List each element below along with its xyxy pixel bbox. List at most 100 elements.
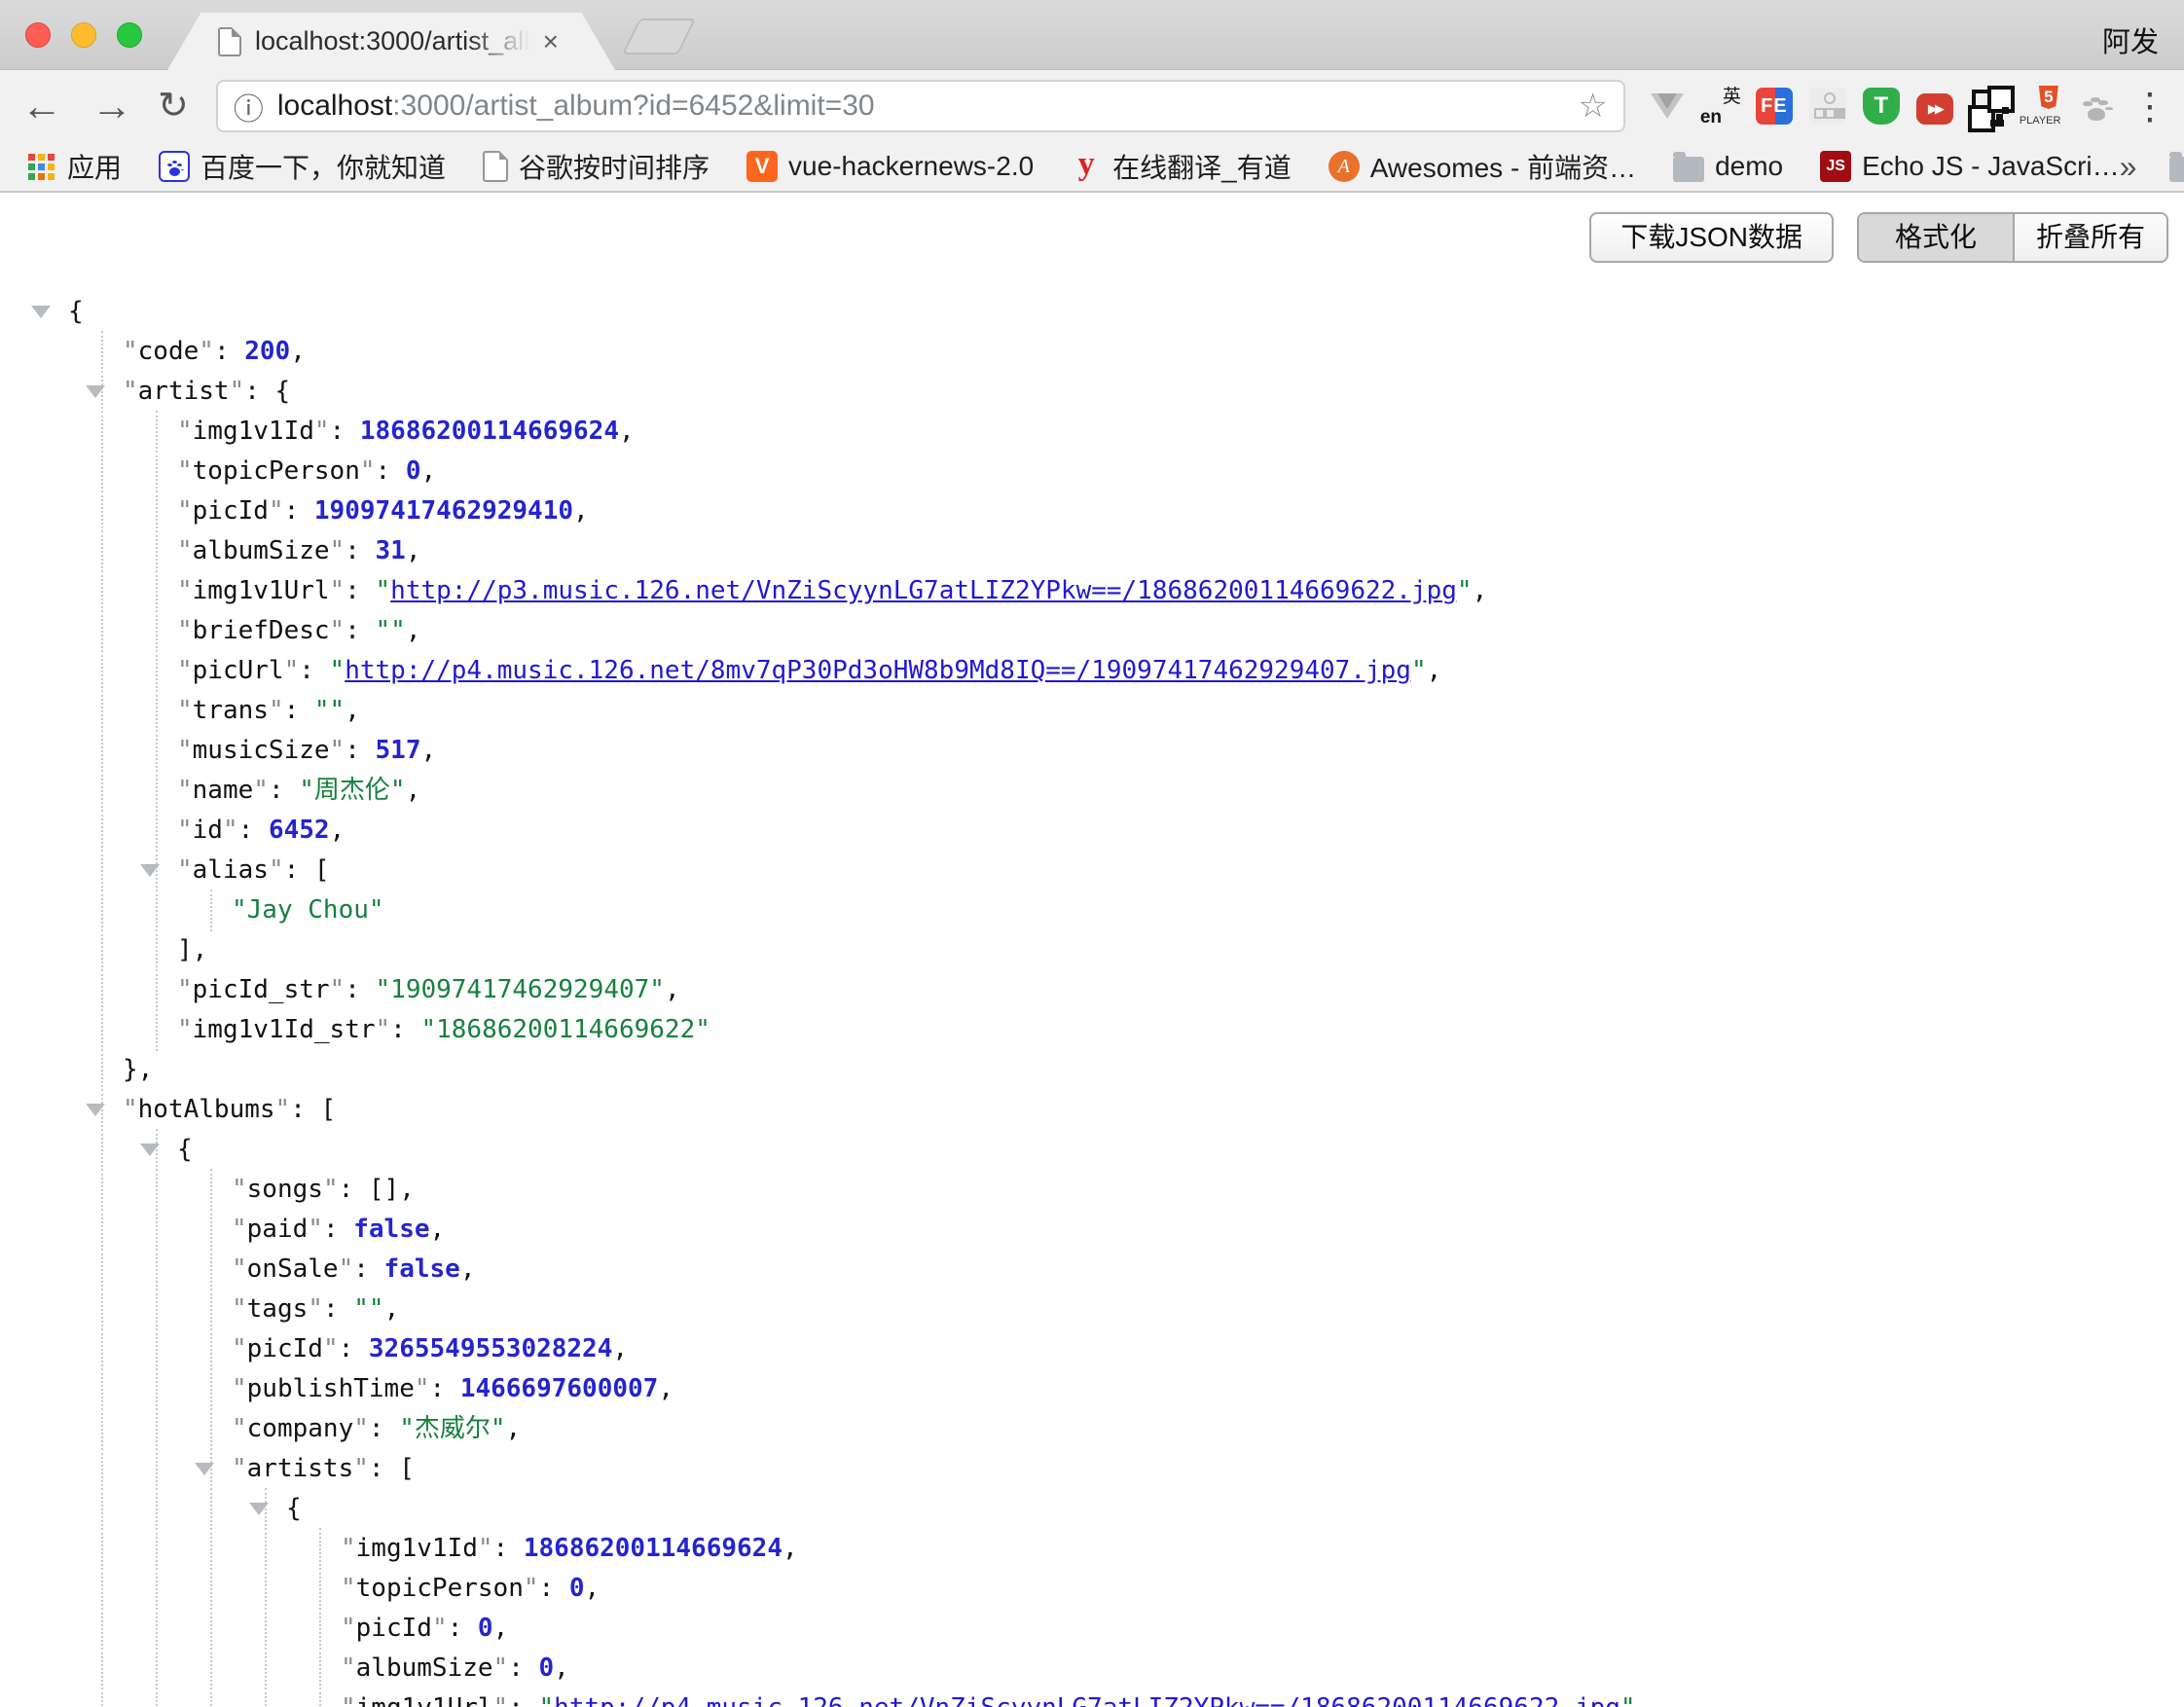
json-line: "paid": false, (0, 1210, 2184, 1250)
indent-guide (210, 1608, 212, 1650)
indent-guide (210, 1368, 212, 1410)
bookmark-item-demo[interactable]: demo (1673, 151, 1783, 182)
json-line: "artist": { (0, 372, 2184, 412)
json-line-text: "onSale": false, (232, 1250, 475, 1289)
zoom-window-icon[interactable] (117, 22, 142, 48)
json-line: "musicSize": 517, (0, 731, 2184, 771)
indent-guide (156, 730, 158, 772)
bookmark-item-apps[interactable]: 应用 (25, 147, 122, 186)
indent-guide (101, 1528, 103, 1570)
json-line: ], (0, 930, 2184, 970)
format-button[interactable]: 格式化 (1859, 214, 2013, 261)
close-window-icon[interactable] (25, 22, 51, 48)
collapse-toggle-icon[interactable] (140, 1144, 160, 1156)
indent-guide (210, 1648, 212, 1689)
bookmark-item-awesomes[interactable]: Awesomes - 前端资… (1329, 147, 1636, 186)
indent-guide (101, 331, 103, 373)
indent-guide (101, 810, 103, 852)
browser-tab[interactable]: localhost:3000/artist_album?id × (167, 13, 615, 70)
address-bar[interactable]: ⓘ localhost:3000/artist_album?id=6452&li… (216, 80, 1625, 132)
collapse-toggle-icon[interactable] (249, 1503, 269, 1515)
json-line-text: "img1v1Id": 18686200114669624, (341, 1529, 798, 1569)
indent-guide (101, 1009, 103, 1051)
bookmarks-overflow-icon[interactable]: » (2120, 149, 2137, 185)
folder-icon (2169, 157, 2184, 182)
json-line-text: "tags": "", (232, 1289, 399, 1329)
indent-guide (101, 1328, 103, 1370)
json-line: "albumSize": 31, (0, 531, 2184, 571)
indent-guide (156, 1328, 158, 1370)
json-url-link[interactable]: http://p3.music.126.net/VnZiScyynLG7atLI… (390, 576, 1457, 605)
indent-guide (156, 411, 158, 453)
qrcode-icon[interactable] (1970, 88, 2007, 125)
collapse-toggle-icon[interactable] (195, 1463, 214, 1475)
json-line: "picId_str": "19097417462929407", (0, 970, 2184, 1010)
indent-guide (156, 810, 158, 852)
new-tab-button[interactable] (622, 18, 696, 54)
indent-guide (156, 1368, 158, 1410)
profile-name[interactable]: 阿发 (2102, 19, 2159, 60)
collapse-toggle-icon[interactable] (31, 306, 51, 318)
traffic-lights (25, 22, 142, 48)
forward-icon[interactable]: → (91, 86, 132, 127)
indent-guide (156, 610, 158, 652)
other-bookmarks-button[interactable]: 其他书签 (2169, 147, 2184, 186)
indent-guide (156, 1688, 158, 1707)
json-line-text: "albumSize": 0, (341, 1649, 569, 1689)
minimize-window-icon[interactable] (71, 22, 96, 48)
collapse-all-button[interactable]: 折叠所有 (2013, 214, 2166, 261)
collapse-toggle-icon[interactable] (86, 1104, 105, 1116)
indent-guide (101, 1448, 103, 1490)
json-tree: {"code": 200,"artist": {"img1v1Id": 1868… (0, 193, 2184, 1707)
bookmark-item-echojs[interactable]: Echo JS - JavaScri… (1820, 151, 2120, 182)
bookmark-label: Awesomes - 前端资… (1370, 147, 1636, 186)
reload-icon[interactable]: ↻ (158, 88, 189, 125)
extension-icons (1649, 88, 2114, 125)
json-line-text: "img1v1Id": 18686200114669624, (177, 412, 635, 452)
indent-guide (101, 850, 103, 891)
indent-guide (156, 770, 158, 812)
json-line-text: "picId": 19097417462929410, (177, 491, 589, 531)
bookmark-item-google-sort[interactable]: 谷歌按时间排序 (483, 147, 710, 186)
json-url-link[interactable]: http://p4.music.126.net/8mv7qP30Pd3oHW8b… (345, 656, 1411, 685)
bookmark-item-youdao[interactable]: 在线翻译_有道 (1071, 147, 1292, 186)
chrome-menu-icon[interactable]: ⋮ (2131, 85, 2166, 128)
json-line: "albumSize": 0, (0, 1649, 2184, 1689)
indent-guide (101, 1049, 103, 1091)
fe-helper-icon[interactable] (1756, 88, 1793, 125)
back-icon[interactable]: ← (21, 86, 62, 127)
bookmark-item-baidu[interactable]: 百度一下，你就知道 (159, 147, 446, 186)
json-line: "onSale": false, (0, 1250, 2184, 1289)
collapse-toggle-icon[interactable] (140, 864, 160, 877)
tab-close-icon[interactable]: × (543, 28, 559, 55)
html5-player-icon[interactable] (2023, 88, 2060, 125)
indent-guide (265, 1528, 267, 1570)
doc-icon (483, 151, 508, 182)
json-line: "briefDesc": "", (0, 611, 2184, 651)
video-player-icon[interactable] (1916, 93, 1953, 125)
url-text[interactable]: localhost:3000/artist_album?id=6452&limi… (277, 90, 875, 123)
folder-icon (1673, 157, 1704, 182)
json-url-link[interactable]: http://p4.music.126.net/VnZiScyynLG7atLI… (554, 1693, 1620, 1707)
indent-guide (101, 770, 103, 812)
tampermonkey-icon[interactable] (1863, 88, 1900, 125)
baidu-icon (159, 151, 190, 182)
vue-devtools-icon[interactable] (1649, 88, 1686, 125)
translate-icon[interactable] (1702, 88, 1739, 125)
json-line-text: "briefDesc": "", (177, 611, 420, 651)
json-line-text: "Jay Chou" (232, 890, 384, 930)
indent-guide (156, 1528, 158, 1570)
bookmark-label: 谷歌按时间排序 (519, 147, 710, 186)
bookmark-item-vue-hackernews[interactable]: vue-hackernews-2.0 (746, 151, 1034, 182)
page-info-icon[interactable]: ⓘ (234, 85, 264, 128)
bookmark-label: Echo JS - JavaScri… (1862, 151, 2120, 182)
indent-guide (156, 890, 158, 931)
bookmark-star-icon[interactable]: ☆ (1578, 87, 1607, 126)
download-json-button[interactable]: 下载JSON数据 (1589, 212, 1834, 263)
browser-toolbar: ← → ↻ ⓘ localhost:3000/artist_album?id=6… (0, 70, 2184, 142)
indent-guide (156, 690, 158, 732)
paw-icon[interactable] (2077, 88, 2114, 125)
json-line-text: "picId": 0, (341, 1609, 508, 1649)
sitemap-icon[interactable] (1809, 88, 1846, 125)
collapse-toggle-icon[interactable] (86, 385, 105, 398)
